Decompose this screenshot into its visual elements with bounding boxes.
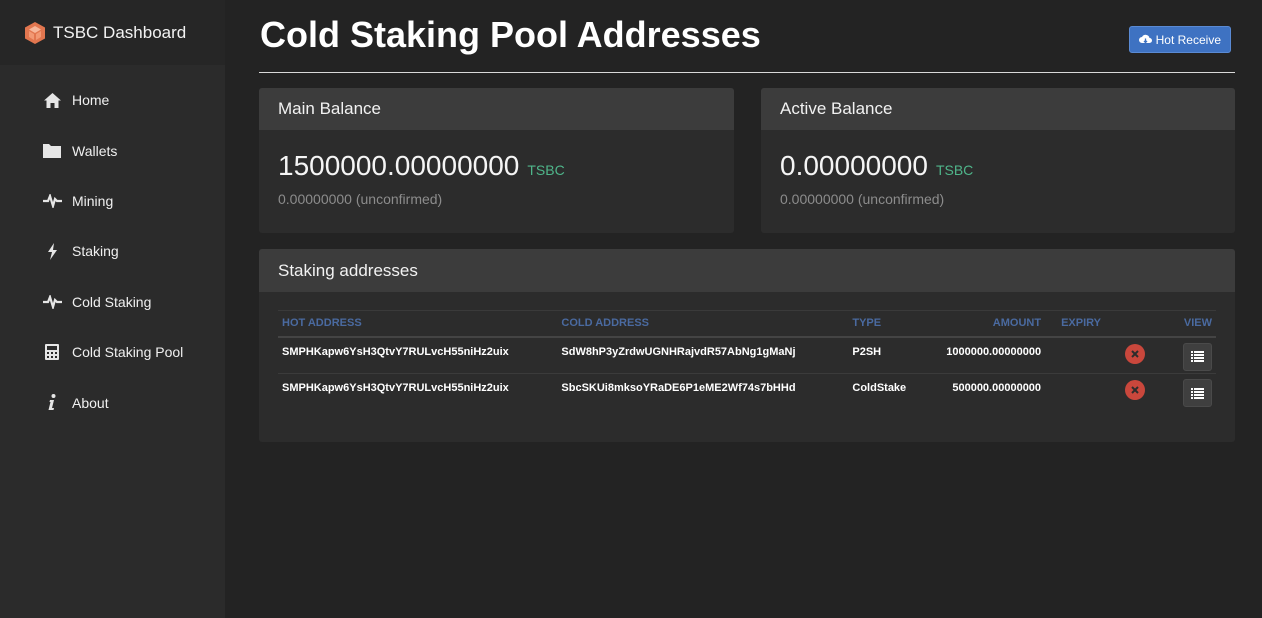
active-balance-unit: TSBC [935,162,974,178]
close-icon [1131,349,1139,358]
table-row: SMPHKapw6YsH3QtvY7RULvcH55niHz2uix SbcSK… [278,374,1216,411]
sidebar-item-wallets[interactable]: Wallets [0,125,225,175]
sidebar-item-label: Cold Staking [72,293,152,310]
staking-addresses-title: Staking addresses [259,249,1235,292]
main-balance-title: Main Balance [259,88,734,130]
view-cell [1149,374,1216,411]
sidebar-item-staking[interactable]: Staking [0,226,225,276]
hot-address-cell: SMPHKapw6YsH3QtvY7RULvcH55niHz2uix [282,382,509,394]
sidebar: TSBC Dashboard Home Wallets Mining Staki… [0,0,225,618]
amount-cell: 1000000.00000000 [935,336,1046,374]
hot-receive-button[interactable]: Hot Receive [1128,26,1231,53]
brand-title: TSBC Dashboard [53,22,187,42]
view-button[interactable] [1183,379,1212,407]
main-balance-unconfirmed: 0.00000000 (unconfirmed) [278,191,443,207]
sidebar-item-cold-staking[interactable]: Cold Staking [0,277,225,327]
sidebar-item-label: Staking [72,243,119,260]
brand[interactable]: TSBC Dashboard [0,0,225,65]
active-balance-row: 0.00000000 TSBC [780,150,973,182]
close-icon [1131,386,1139,394]
home-icon [42,90,62,110]
amount-cell: 500000.00000000 [952,382,1042,394]
cold-address-cell: SdW8hP3yZrdwUGNHRajvdR57AbNg1gMaNj [557,336,849,374]
bolt-icon [42,241,62,261]
sidebar-item-label: Wallets [72,142,118,159]
column-header-amount[interactable]: AMOUNT [935,310,1046,338]
type-cell: ColdStake [852,382,907,394]
main-balance-unit: TSBC [527,162,565,178]
page-header: Cold Staking Pool Addresses Hot Receive [259,0,1235,73]
sidebar-item-home[interactable]: Home [0,75,225,125]
pulse-icon [42,191,62,211]
sidebar-item-mining[interactable]: Mining [0,176,225,226]
table-row: SMPHKapw6YsH3QtvY7RULvcH55niHz2uix SdW8h… [278,336,1216,374]
sidebar-item-about[interactable]: About [0,377,225,427]
main-balance-card: Main Balance 1500000.00000000 TSBC 0.000… [259,88,734,233]
list-icon [1191,387,1204,399]
sidebar-item-label: Mining [72,192,114,209]
view-cell [1149,336,1216,374]
expiry-cell [1045,374,1149,411]
column-header-view[interactable]: VIEW [1149,310,1216,338]
active-balance-unconfirmed: 0.00000000 (unconfirmed) [780,191,945,207]
sidebar-item-cold-staking-pool[interactable]: Cold Staking Pool [0,327,225,377]
sidebar-nav: Home Wallets Mining Staking Cold Staking… [0,75,225,428]
folder-icon [42,141,62,161]
page-title: Cold Staking Pool Addresses [260,14,761,55]
column-header-type[interactable]: TYPE [848,310,936,338]
active-balance-title: Active Balance [761,88,1235,130]
main-content: Cold Staking Pool Addresses Hot Receive … [259,0,1235,442]
active-balance-card: Active Balance 0.00000000 TSBC 0.0000000… [761,88,1235,233]
sidebar-item-label: Home [72,92,110,109]
delete-button[interactable] [1125,343,1146,364]
column-header-expiry[interactable]: EXPIRY [1045,310,1150,338]
column-header-hot-address[interactable]: HOT ADDRESS [278,310,558,338]
staking-addresses-table: HOT ADDRESS COLD ADDRESS TYPE AMOUNT EXP… [278,310,1216,411]
calculator-icon [42,342,62,362]
main-balance-row: 1500000.00000000 TSBC [278,150,565,182]
cloud-download-icon [1138,34,1152,43]
staking-addresses-card: Staking addresses HOT ADDRESS COLD ADDRE… [259,249,1235,442]
delete-button[interactable] [1125,380,1146,400]
list-icon [1191,351,1204,362]
info-icon [42,393,62,413]
hot-receive-label: Hot Receive [1155,32,1221,47]
expiry-cell [1045,336,1150,374]
hot-address-cell: SMPHKapw6YsH3QtvY7RULvcH55niHz2uix [278,336,558,374]
main-balance-value: 1500000.00000000 [278,150,520,181]
type-cell: P2SH [848,336,936,374]
cold-address-cell: SbcSKUi8mksoYRaDE6P1eME2Wf74s7bHHd [561,382,796,394]
view-button[interactable] [1183,342,1212,371]
pulse-icon [42,292,62,312]
cube-logo-icon [25,21,45,44]
sidebar-item-label: About [72,394,109,411]
column-header-cold-address[interactable]: COLD ADDRESS [557,310,849,338]
sidebar-item-label: Cold Staking Pool [72,344,184,361]
table-header-row: HOT ADDRESS COLD ADDRESS TYPE AMOUNT EXP… [278,310,1216,338]
app-window: TSBC Dashboard Home Wallets Mining Staki… [0,0,1262,618]
active-balance-value: 0.00000000 [780,150,928,181]
